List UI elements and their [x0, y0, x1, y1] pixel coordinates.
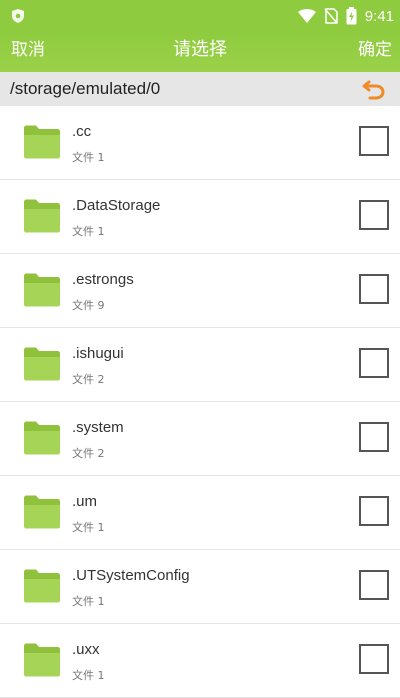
status-icons: 9:41 — [297, 0, 394, 32]
folder-icon — [24, 273, 60, 307]
select-checkbox[interactable] — [359, 570, 389, 600]
select-checkbox[interactable] — [359, 644, 389, 674]
select-checkbox[interactable] — [359, 422, 389, 452]
list-item[interactable]: .DataStorage 文件 1 — [0, 180, 400, 254]
item-name: .UTSystemConfig — [72, 567, 190, 584]
folder-icon — [24, 347, 60, 381]
list-item[interactable]: .UTSystemConfig 文件 1 — [0, 550, 400, 624]
select-checkbox[interactable] — [359, 348, 389, 378]
folder-icon — [24, 643, 60, 677]
list-item[interactable]: .cc 文件 1 — [0, 106, 400, 180]
item-name: .um — [72, 493, 98, 510]
file-list: .cc 文件 1 .DataStorage 文件 1 .estrongs 文件 … — [0, 106, 400, 698]
list-item[interactable]: .estrongs 文件 9 — [0, 254, 400, 328]
shield-icon — [12, 9, 24, 23]
item-file-count: 文件 1 — [72, 521, 105, 534]
list-item[interactable]: .um 文件 1 — [0, 476, 400, 550]
item-name: .uxx — [72, 641, 100, 658]
select-checkbox[interactable] — [359, 126, 389, 156]
page-title: 请选择 — [173, 39, 227, 60]
select-checkbox[interactable] — [359, 274, 389, 304]
select-checkbox[interactable] — [359, 496, 389, 526]
item-name: .ishugui — [72, 345, 124, 362]
item-file-count: 文件 9 — [72, 299, 105, 312]
wifi-icon — [297, 9, 316, 23]
no-sim-icon — [324, 8, 338, 24]
item-file-count: 文件 1 — [72, 595, 105, 608]
path-bar: /storage/emulated/0 — [0, 72, 400, 106]
item-file-count: 文件 1 — [72, 669, 105, 682]
item-name: .cc — [72, 123, 92, 140]
item-file-count: 文件 2 — [72, 447, 105, 460]
list-item[interactable]: .system 文件 2 — [0, 402, 400, 476]
folder-icon — [24, 421, 60, 455]
item-name: .estrongs — [72, 271, 134, 288]
current-path: /storage/emulated/0 — [10, 79, 161, 98]
item-file-count: 文件 1 — [72, 225, 105, 238]
battery-charging-icon — [346, 7, 357, 25]
item-file-count: 文件 1 — [72, 151, 105, 164]
status-bar: 9:41 — [0, 0, 400, 32]
item-name: .system — [72, 419, 124, 436]
list-item[interactable]: .ishugui 文件 2 — [0, 328, 400, 402]
folder-icon — [24, 495, 60, 529]
select-checkbox[interactable] — [359, 200, 389, 230]
folder-icon — [24, 569, 60, 603]
folder-icon — [24, 199, 60, 233]
confirm-button[interactable]: 确定 — [358, 32, 392, 72]
list-item[interactable]: .uxx 文件 1 — [0, 624, 400, 698]
item-file-count: 文件 2 — [72, 373, 105, 386]
status-time: 9:41 — [364, 7, 394, 25]
folder-icon — [24, 125, 60, 159]
item-name: .DataStorage — [72, 197, 161, 214]
back-arrow-icon[interactable] — [362, 78, 386, 100]
title-bar: 取消 请选择 确定 — [0, 32, 400, 72]
